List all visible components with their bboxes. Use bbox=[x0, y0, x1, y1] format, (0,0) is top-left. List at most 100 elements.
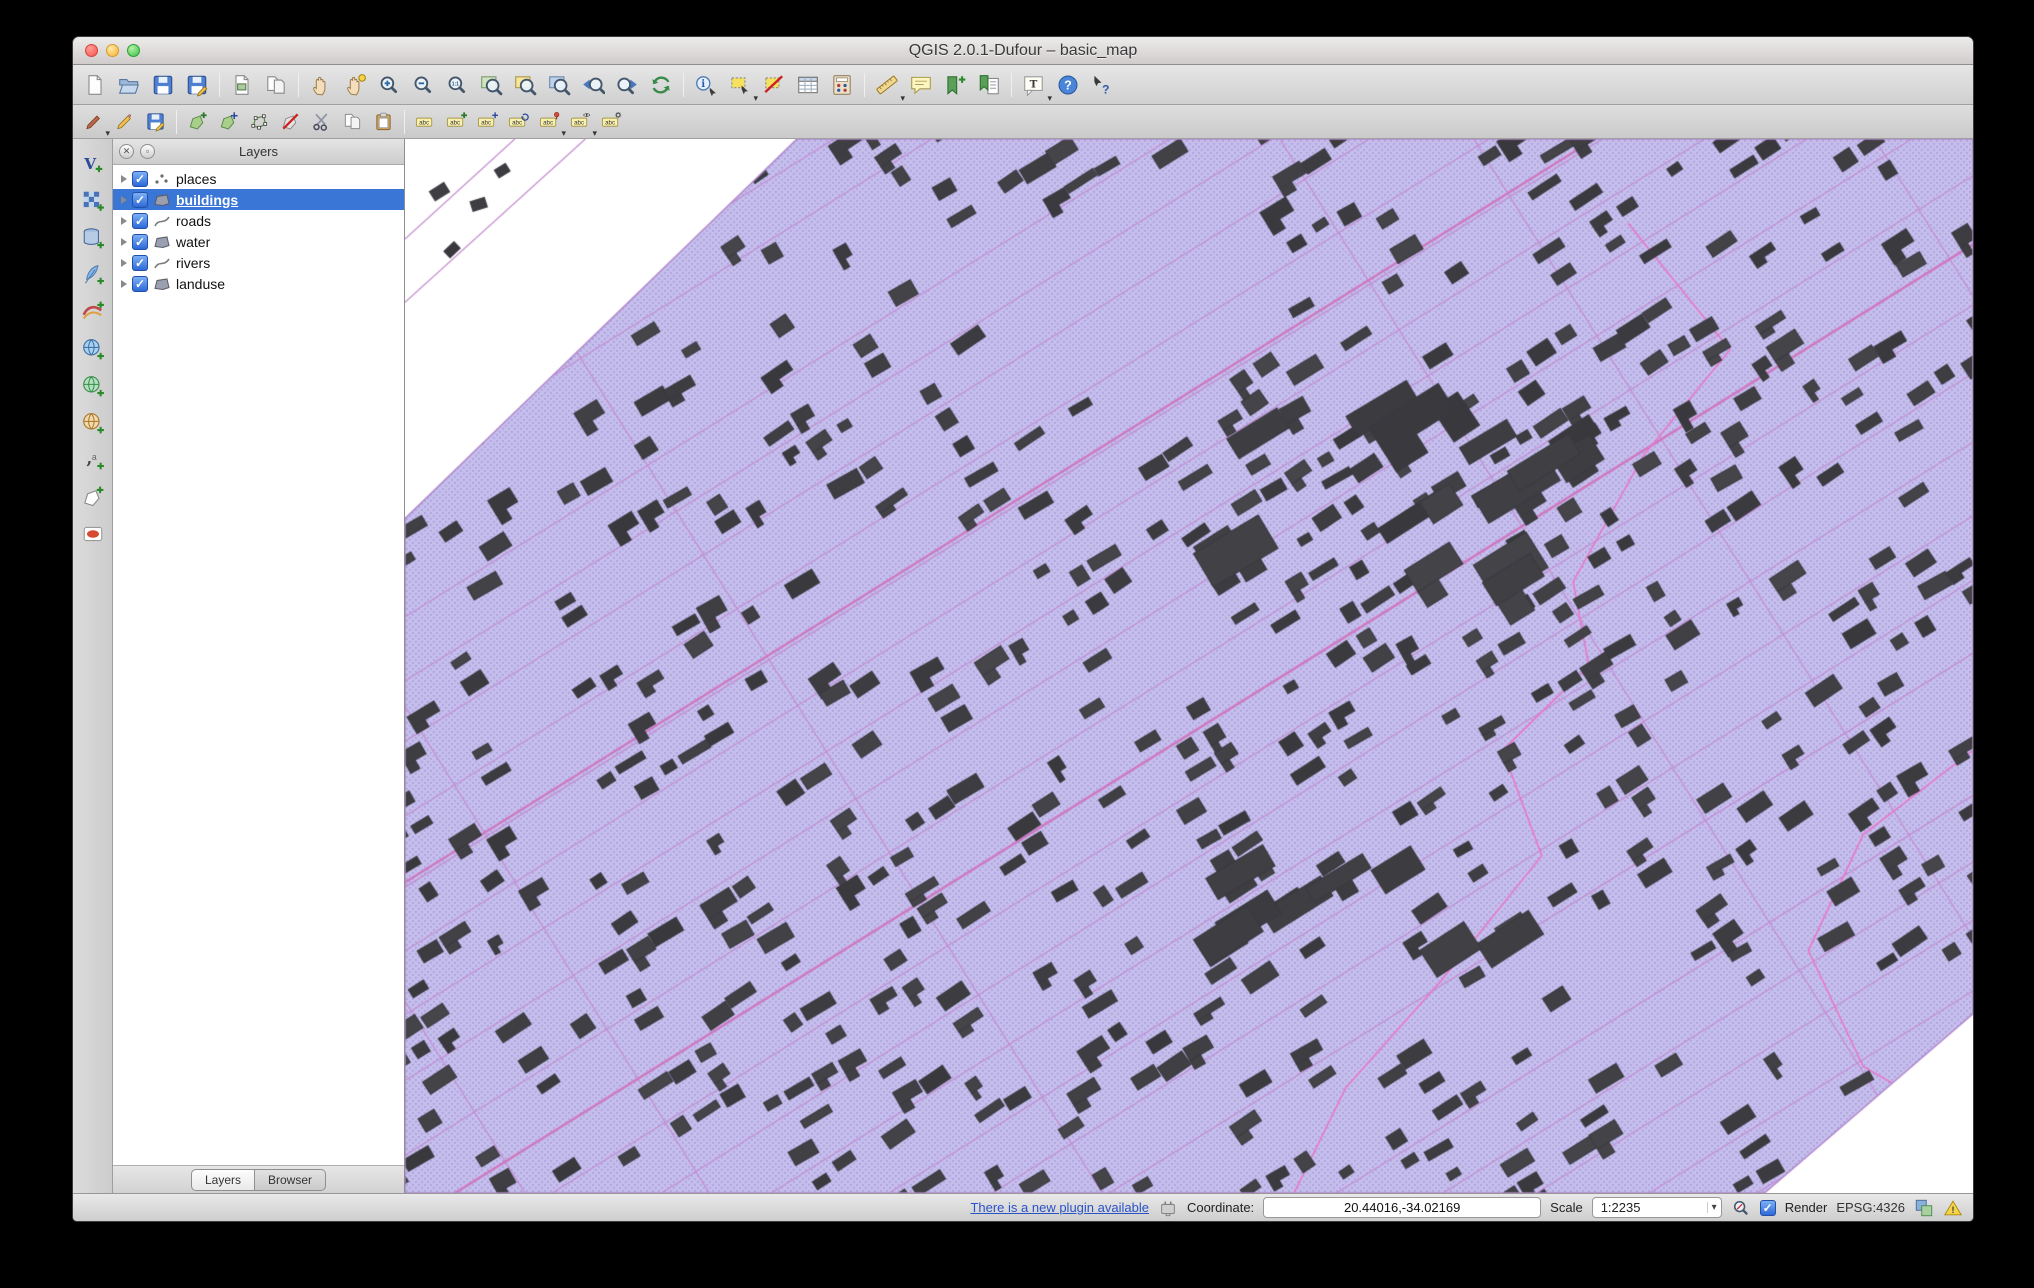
add-wms-layer-button[interactable] bbox=[77, 334, 109, 364]
tab-browser[interactable]: Browser bbox=[255, 1169, 326, 1191]
field-calculator-button[interactable] bbox=[825, 70, 859, 100]
show-bookmarks-button[interactable] bbox=[972, 70, 1006, 100]
add-feature-button[interactable] bbox=[182, 108, 213, 135]
plugin-icon[interactable] bbox=[1158, 1198, 1178, 1218]
svg-text:abc: abc bbox=[512, 119, 522, 126]
label-toggle-button[interactable]: abc▾ bbox=[565, 108, 596, 135]
new-bookmark-button[interactable] bbox=[938, 70, 972, 100]
current-edits-button[interactable]: ▾ bbox=[78, 108, 109, 135]
titlebar[interactable]: QGIS 2.0.1-Dufour – basic_map bbox=[73, 37, 1973, 65]
save-project-button[interactable] bbox=[146, 70, 180, 100]
refresh-button[interactable] bbox=[644, 70, 678, 100]
zoom-full-icon bbox=[479, 73, 503, 97]
layer-item-buildings[interactable]: ✓ buildings bbox=[113, 189, 404, 210]
add-wcs-layer-button[interactable] bbox=[77, 371, 109, 401]
copy-features-button[interactable] bbox=[337, 108, 368, 135]
layer-visibility-checkbox[interactable]: ✓ bbox=[132, 192, 148, 208]
expand-arrow-icon[interactable] bbox=[121, 280, 127, 288]
zoom-to-layer-button[interactable] bbox=[542, 70, 576, 100]
add-oracle-layer-button[interactable] bbox=[77, 519, 109, 549]
map-tips-button[interactable] bbox=[904, 70, 938, 100]
expand-arrow-icon[interactable] bbox=[121, 238, 127, 246]
zoom-window-button[interactable] bbox=[127, 44, 140, 57]
scale-magnifier-icon[interactable] bbox=[1731, 1198, 1751, 1218]
zoom-out-button[interactable] bbox=[406, 70, 440, 100]
label-pin-button[interactable]: abc▾ bbox=[534, 108, 565, 135]
paste-features-button[interactable] bbox=[368, 108, 399, 135]
move-feature-button[interactable] bbox=[213, 108, 244, 135]
save-project-as-button[interactable] bbox=[180, 70, 214, 100]
layer-visibility-checkbox[interactable]: ✓ bbox=[132, 276, 148, 292]
layer-visibility-checkbox[interactable]: ✓ bbox=[132, 255, 148, 271]
pan-map-button[interactable] bbox=[304, 70, 338, 100]
layer-label: buildings bbox=[176, 192, 238, 208]
open-project-button[interactable] bbox=[112, 70, 146, 100]
measure-button[interactable]: ▾ bbox=[870, 70, 904, 100]
zoom-next-button[interactable] bbox=[610, 70, 644, 100]
add-spatialite-layer-button[interactable] bbox=[77, 260, 109, 290]
layer-visibility-checkbox[interactable]: ✓ bbox=[132, 234, 148, 250]
node-tool-button[interactable] bbox=[244, 108, 275, 135]
layer-item-roads[interactable]: ✓roads bbox=[113, 210, 404, 231]
minimize-window-button[interactable] bbox=[106, 44, 119, 57]
main-area: V,a ✕ ▫ Layers ✓places✓buildings✓roads✓w… bbox=[73, 139, 1973, 1193]
render-checkbox[interactable]: ✓ bbox=[1760, 1200, 1776, 1216]
expand-arrow-icon[interactable] bbox=[121, 175, 127, 183]
toggle-editing-button[interactable] bbox=[109, 108, 140, 135]
zoom-to-selection-button[interactable] bbox=[508, 70, 542, 100]
delete-selected-button[interactable] bbox=[275, 108, 306, 135]
add-wfs-layer-button[interactable] bbox=[77, 408, 109, 438]
add-vector-layer-button[interactable]: V bbox=[77, 149, 109, 179]
layer-item-landuse[interactable]: ✓landuse bbox=[113, 273, 404, 294]
crs-status-button[interactable] bbox=[1914, 1198, 1934, 1218]
help-button[interactable]: ? bbox=[1051, 70, 1085, 100]
new-shapefile-layer-button[interactable] bbox=[77, 482, 109, 512]
new-plugin-link[interactable]: There is a new plugin available bbox=[970, 1200, 1149, 1215]
svg-text:?: ? bbox=[1102, 82, 1109, 96]
zoom-full-button[interactable] bbox=[474, 70, 508, 100]
scale-combo[interactable]: 1:2235 ▾ bbox=[1592, 1197, 1722, 1218]
label-move-button[interactable]: abc bbox=[472, 108, 503, 135]
new-composer-button[interactable] bbox=[225, 70, 259, 100]
close-window-button[interactable] bbox=[85, 44, 98, 57]
cut-features-button[interactable] bbox=[306, 108, 337, 135]
pan-to-selection-button[interactable] bbox=[338, 70, 372, 100]
expand-arrow-icon[interactable] bbox=[121, 196, 127, 204]
expand-arrow-icon[interactable] bbox=[121, 259, 127, 267]
composer-manager-button[interactable] bbox=[259, 70, 293, 100]
label-rotate-button[interactable]: abc bbox=[503, 108, 534, 135]
map-render-canvas[interactable] bbox=[405, 139, 1973, 1193]
identify-button[interactable]: i bbox=[689, 70, 723, 100]
select-features-button[interactable]: ▾ bbox=[723, 70, 757, 100]
zoom-last-button[interactable] bbox=[576, 70, 610, 100]
panel-float-button[interactable]: ▫ bbox=[140, 144, 155, 159]
add-postgis-layer-button[interactable] bbox=[77, 223, 109, 253]
layer-visibility-checkbox[interactable]: ✓ bbox=[132, 171, 148, 187]
add-mssql-layer-button[interactable] bbox=[77, 297, 109, 327]
text-annotation-button[interactable]: T▾ bbox=[1017, 70, 1051, 100]
save-layer-edits-button[interactable] bbox=[140, 108, 171, 135]
new-project-button[interactable] bbox=[78, 70, 112, 100]
svg-text:abc: abc bbox=[419, 119, 429, 126]
tab-layers[interactable]: Layers bbox=[191, 1169, 255, 1191]
layer-type-polygon-icon bbox=[153, 277, 171, 291]
add-raster-layer-button[interactable] bbox=[77, 186, 109, 216]
layer-visibility-checkbox[interactable]: ✓ bbox=[132, 213, 148, 229]
expand-arrow-icon[interactable] bbox=[121, 217, 127, 225]
whats-this-button[interactable]: ? bbox=[1085, 70, 1119, 100]
deselect-features-button[interactable] bbox=[757, 70, 791, 100]
label-add-button[interactable]: abc bbox=[441, 108, 472, 135]
labeling-button[interactable]: abc bbox=[410, 108, 441, 135]
layer-item-rivers[interactable]: ✓rivers bbox=[113, 252, 404, 273]
zoom-actual-button[interactable]: 1:1 bbox=[440, 70, 474, 100]
attribute-table-button[interactable] bbox=[791, 70, 825, 100]
add-delimited-text-layer-button[interactable]: ,a bbox=[77, 445, 109, 475]
zoom-in-button[interactable] bbox=[372, 70, 406, 100]
log-messages-button[interactable]: ! bbox=[1943, 1198, 1963, 1218]
layer-item-places[interactable]: ✓places bbox=[113, 168, 404, 189]
label-properties-button[interactable]: abc bbox=[596, 108, 627, 135]
layer-item-water[interactable]: ✓water bbox=[113, 231, 404, 252]
map-canvas[interactable] bbox=[405, 139, 1973, 1193]
coordinate-input[interactable] bbox=[1263, 1197, 1541, 1218]
panel-close-button[interactable]: ✕ bbox=[119, 144, 134, 159]
